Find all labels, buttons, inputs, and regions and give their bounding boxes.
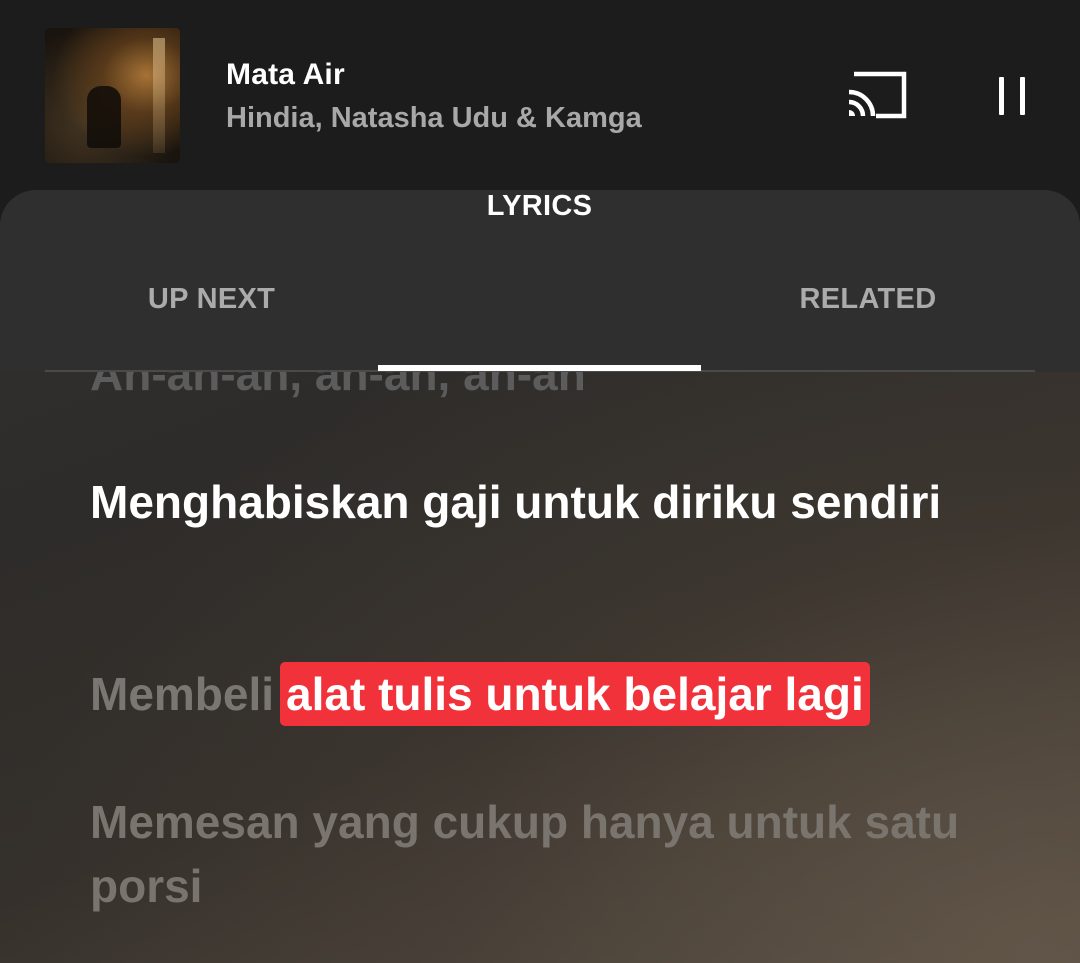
music-player-screen: Mata Air Hindia, Natasha Udu & Kamga Ah-… <box>0 0 1080 963</box>
lyrics-sheet: Ah-ah-ah, ah-ah, ah-ah Menghabiskan gaji… <box>0 190 1080 963</box>
tab-lyrics[interactable]: LYRICS <box>378 190 701 963</box>
mini-player[interactable]: Mata Air Hindia, Natasha Udu & Kamga <box>0 0 1080 190</box>
cast-button[interactable] <box>846 70 908 122</box>
song-title: Mata Air <box>226 58 345 91</box>
tab-up-next[interactable]: UP NEXT <box>45 283 378 323</box>
tabs-bar: UP NEXT LYRICS RELATED <box>0 190 1080 372</box>
cast-icon <box>848 71 907 119</box>
pause-icon-bar-left <box>999 77 1004 115</box>
song-artist: Hindia, Natasha Udu & Kamga <box>226 102 642 134</box>
lyric-next-prefix: Membeli <box>90 668 275 720</box>
album-art-light <box>153 38 165 153</box>
pause-icon-bar-right <box>1020 77 1025 115</box>
pause-button[interactable] <box>990 74 1034 118</box>
album-art[interactable] <box>45 28 180 163</box>
album-art-figure <box>87 86 121 148</box>
tab-related[interactable]: RELATED <box>701 283 1035 323</box>
